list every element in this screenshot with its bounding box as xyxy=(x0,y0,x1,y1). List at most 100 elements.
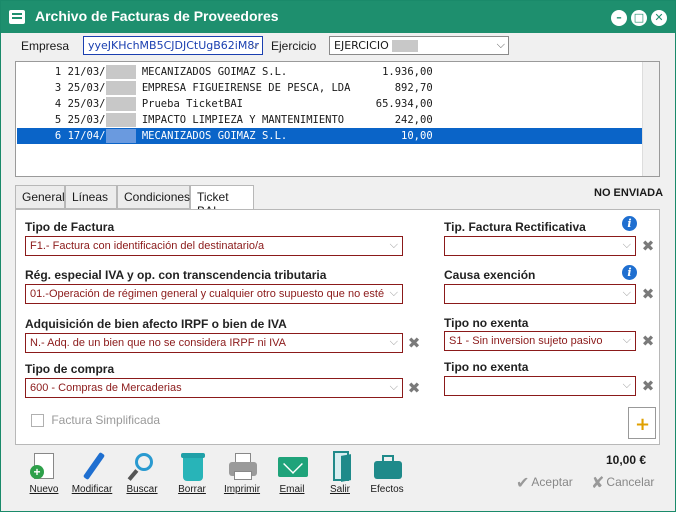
info-icon[interactable]: i xyxy=(622,216,637,231)
borrar-button[interactable]: Borrar xyxy=(167,451,217,501)
maximize-button[interactable]: □ xyxy=(631,10,647,26)
imprimir-button[interactable]: Imprimir xyxy=(217,451,267,501)
redacted-block xyxy=(392,40,419,52)
row-date: 17/04/ xyxy=(67,130,106,142)
minimize-button[interactable]: – xyxy=(611,10,627,26)
chevron-down-icon: ⌵ xyxy=(389,381,398,393)
envelope-icon xyxy=(275,451,309,481)
empresa-label: Empresa xyxy=(21,39,70,53)
main-window: Archivo de Facturas de Proveedores – □ ✕… xyxy=(0,0,676,512)
tab-general[interactable]: General xyxy=(15,185,65,209)
email-button[interactable]: Email xyxy=(267,451,317,501)
pen-icon xyxy=(75,451,109,481)
cross-icon: ✘ xyxy=(591,475,605,492)
cancelar-button[interactable]: ✘ Cancelar xyxy=(591,473,654,493)
modificar-button[interactable]: Modificar xyxy=(67,451,117,501)
no-exenta-value-1: S1 - Sin inversion sujeto pasivo xyxy=(449,335,603,347)
tab-lineas[interactable]: Líneas xyxy=(65,185,117,209)
tip-rect-label: Tip. Factura Rectificativa xyxy=(444,220,586,234)
clear-adquisicion-icon[interactable]: ✖ xyxy=(407,336,421,351)
info-icon[interactable]: i xyxy=(622,265,637,280)
clear-no-exenta-2-icon[interactable]: ✖ xyxy=(641,379,655,394)
row-amount: 242,00 xyxy=(369,114,433,126)
close-button[interactable]: ✕ xyxy=(651,10,667,26)
chevron-down-icon: ⌵ xyxy=(389,287,398,299)
causa-select[interactable]: ⌵ xyxy=(444,284,636,304)
add-document-button[interactable]: + xyxy=(628,407,656,439)
aceptar-label: Aceptar xyxy=(531,475,573,490)
ejercicio-value: EJERCICIO xyxy=(334,39,389,52)
title-bar[interactable]: Archivo de Facturas de Proveedores – □ ✕ xyxy=(1,1,675,33)
tipo-compra-select[interactable]: 600 - Compras de Mercaderias ⌵ xyxy=(25,378,403,398)
adquisicion-label: Adquisición de bien afecto IRPF o bien d… xyxy=(25,317,287,331)
row-amount: 892,70 xyxy=(369,82,433,94)
chevron-down-icon: ⌵ xyxy=(622,239,631,251)
row-supplier: Prueba TicketBAI xyxy=(135,98,370,110)
row-supplier: MECANIZADOS GOIMAZ S.L. xyxy=(135,130,370,142)
nuevo-button[interactable]: + Nuevo xyxy=(19,451,69,501)
no-exenta-select-2[interactable]: ⌵ xyxy=(444,376,636,396)
ejercicio-select[interactable]: EJERCICIO ⌵ xyxy=(329,36,509,55)
clear-causa-icon[interactable]: ✖ xyxy=(641,287,655,302)
row-supplier: IMPACTO LIMPIEZA Y MANTENIMIENTO xyxy=(135,114,370,126)
chevron-down-icon: ⌵ xyxy=(622,334,631,346)
adquisicion-select[interactable]: N.- Adq. de un bien que no se considera … xyxy=(25,333,403,353)
buscar-label: Buscar xyxy=(126,484,158,495)
salir-label: Salir xyxy=(329,484,350,495)
empresa-select[interactable]: yyeJKHchMB5CJDJCtUgB62iM8r ⌵ xyxy=(83,36,263,55)
adquisicion-value: N.- Adq. de un bien que no se considera … xyxy=(30,337,287,349)
row-date: 25/03/ xyxy=(67,98,106,110)
clear-no-exenta-1-icon[interactable]: ✖ xyxy=(641,334,655,349)
row-date: 25/03/ xyxy=(67,114,106,126)
redacted-block xyxy=(105,81,136,95)
factura-simplificada-checkbox[interactable]: Factura Simplificada xyxy=(31,413,161,428)
redacted-block xyxy=(105,113,136,127)
new-document-icon: + xyxy=(27,451,61,481)
chevron-down-icon: ⌵ xyxy=(496,38,505,51)
efectos-button[interactable]: Efectos xyxy=(362,451,412,501)
salir-button[interactable]: Salir xyxy=(315,451,365,501)
tip-rect-select[interactable]: ⌵ xyxy=(444,236,636,256)
add-document-icon: + xyxy=(635,414,651,435)
tab-ticket-bai[interactable]: Ticket BAI xyxy=(190,185,254,218)
checkbox-box[interactable] xyxy=(31,414,44,428)
invoice-row[interactable]: 6 17/04/ MECANIZADOS GOIMAZ S.L. 10,00 xyxy=(17,128,642,144)
row-number: 5 xyxy=(17,114,68,126)
status-badge: NO ENVIADA xyxy=(594,187,664,199)
invoice-row[interactable]: 4 25/03/ Prueba TicketBAI 65.934,00 xyxy=(17,96,642,112)
vertical-scrollbar[interactable] xyxy=(642,62,659,176)
tipo-factura-select[interactable]: F1.- Factura con identificación del dest… xyxy=(25,236,403,256)
row-amount: 10,00 xyxy=(369,130,433,142)
check-icon: ✔ xyxy=(516,475,530,492)
regimen-select[interactable]: 01.-Operación de régimen general y cualq… xyxy=(25,284,403,304)
app-icon xyxy=(9,10,25,24)
tipo-compra-value: 600 - Compras de Mercaderias xyxy=(30,382,182,394)
email-label: Email xyxy=(279,484,305,495)
ticketbai-panel: Tipo de Factura F1.- Factura con identif… xyxy=(15,209,660,445)
clear-tipo-compra-icon[interactable]: ✖ xyxy=(407,381,421,396)
total-amount: 10,00 € xyxy=(606,453,647,467)
factura-simplificada-label: Factura Simplificada xyxy=(51,413,161,427)
cancelar-label: Cancelar xyxy=(606,475,655,490)
row-number: 3 xyxy=(17,82,68,94)
invoice-row[interactable]: 3 25/03/ EMPRESA FIGUEIRENSE DE PESCA, L… xyxy=(17,80,642,96)
imprimir-label: Imprimir xyxy=(223,484,261,495)
tab-condiciones[interactable]: Condiciones xyxy=(117,185,190,209)
clear-tip-rect-icon[interactable]: ✖ xyxy=(641,239,655,254)
redacted-block xyxy=(105,65,136,79)
modificar-label: Modificar xyxy=(71,484,113,495)
row-number: 6 xyxy=(17,130,68,142)
invoice-list[interactable]: 1 21/03/ MECANIZADOS GOIMAZ S.L. 1.936,0… xyxy=(15,61,660,177)
row-supplier: EMPRESA FIGUEIRENSE DE PESCA, LDA xyxy=(135,82,370,94)
invoice-row[interactable]: 1 21/03/ MECANIZADOS GOIMAZ S.L. 1.936,0… xyxy=(17,64,642,80)
regimen-label: Rég. especial IVA y op. con transcendenc… xyxy=(25,268,327,282)
no-exenta-select-1[interactable]: S1 - Sin inversion sujeto pasivo ⌵ xyxy=(444,331,636,351)
aceptar-button[interactable]: ✔ Aceptar xyxy=(516,473,573,493)
empresa-value: yyeJKHchMB5CJDJCtUgB62iM8r xyxy=(88,39,259,52)
row-date: 25/03/ xyxy=(67,82,106,94)
ejercicio-label: Ejercicio xyxy=(271,39,317,53)
buscar-button[interactable]: Buscar xyxy=(117,451,167,501)
chevron-down-icon: ⌵ xyxy=(389,239,398,251)
borrar-label: Borrar xyxy=(178,484,206,495)
invoice-row[interactable]: 5 25/03/ IMPACTO LIMPIEZA Y MANTENIMIENT… xyxy=(17,112,642,128)
